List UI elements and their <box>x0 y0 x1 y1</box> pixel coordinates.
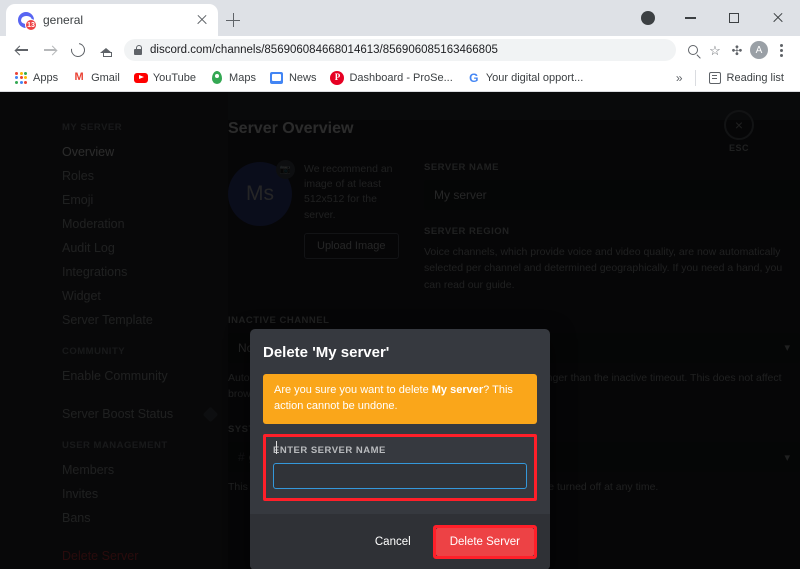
search-icon[interactable] <box>682 39 704 61</box>
warning-server-name: My server <box>431 384 484 396</box>
bookmark-label: Maps <box>229 71 256 84</box>
reload-button[interactable] <box>64 36 92 64</box>
delete-server-highlight-box: Delete Server <box>432 524 537 559</box>
bookmark-maps[interactable]: Maps <box>204 69 262 87</box>
close-icon[interactable] <box>194 12 210 28</box>
server-name-confirm-input[interactable] <box>273 462 527 489</box>
bookmark-label: Your digital opport... <box>485 71 584 84</box>
bookmark-digital-opportunity[interactable]: G Your digital opport... <box>461 69 589 87</box>
browser-titlebar: 13 general <box>0 0 800 36</box>
puzzle-glyph: ✣ <box>731 42 743 58</box>
forward-button[interactable] <box>36 36 64 64</box>
bookmark-label: Gmail <box>91 71 120 84</box>
bookmarks-overflow-button[interactable]: » <box>670 71 689 85</box>
tab-title: general <box>43 13 84 27</box>
window-controls <box>628 0 800 36</box>
bookmark-label: News <box>288 71 317 84</box>
back-button[interactable] <box>8 36 36 64</box>
bookmarks-divider <box>694 69 696 86</box>
account-avatar[interactable]: A <box>748 39 770 61</box>
profile-avatar[interactable] <box>628 11 668 25</box>
browser-menu-icon[interactable] <box>770 39 792 61</box>
browser-window: 13 general discord.com/channels/85690608… <box>0 0 800 569</box>
browser-tab[interactable]: 13 general <box>6 4 218 36</box>
tab-badge: 13 <box>25 19 37 31</box>
text-caret <box>276 441 277 454</box>
new-tab-button[interactable] <box>222 9 244 31</box>
bookmark-label: Apps <box>33 71 59 84</box>
reading-list-icon <box>708 71 722 85</box>
warning-prefix: Are you sure you want to delete <box>274 384 432 396</box>
maximize-button[interactable] <box>712 0 756 36</box>
reading-list-label: Reading list <box>726 71 784 84</box>
delete-server-modal: Delete 'My server' Are you sure you want… <box>250 329 550 569</box>
enter-server-name-label: ENTER SERVER NAME <box>273 444 386 456</box>
bookmark-dashboard[interactable]: P Dashboard - ProSe... <box>324 69 458 87</box>
gmail-icon: M <box>74 71 84 83</box>
minimize-button[interactable] <box>668 0 712 36</box>
bookmarks-bar: Apps M Gmail YouTube Maps News P Dashboa… <box>0 64 800 92</box>
bookmark-label: Dashboard - ProSe... <box>349 71 453 84</box>
bookmark-news[interactable]: News <box>264 69 323 87</box>
extensions-icon[interactable]: ✣ <box>726 39 748 61</box>
google-icon: G <box>469 70 479 85</box>
maps-icon <box>210 71 224 85</box>
bookmark-gmail[interactable]: M Gmail <box>66 69 126 87</box>
warning-banner: Are you sure you want to delete My serve… <box>263 374 537 424</box>
cancel-button[interactable]: Cancel <box>363 529 423 555</box>
address-bar[interactable]: discord.com/channels/856906084668014613/… <box>124 39 676 61</box>
youtube-icon <box>133 71 148 85</box>
modal-title: Delete 'My server' <box>263 344 390 361</box>
browser-toolbar: discord.com/channels/856906084668014613/… <box>0 36 800 64</box>
reading-list-button[interactable]: Reading list <box>702 69 790 87</box>
modal-body: Delete 'My server' Are you sure you want… <box>250 329 550 514</box>
home-button[interactable] <box>92 36 120 64</box>
modal-footer: Cancel Delete Server <box>250 513 550 569</box>
star-glyph: ☆ <box>709 42 721 58</box>
avatar-initial: A <box>750 41 768 59</box>
delete-server-button[interactable]: Delete Server <box>435 527 534 556</box>
apps-grid-icon <box>14 71 28 85</box>
pinterest-icon: P <box>330 70 345 85</box>
bookmark-apps[interactable]: Apps <box>8 69 64 87</box>
bookmark-label: YouTube <box>152 71 197 84</box>
server-name-highlight-box: ENTER SERVER NAME <box>263 433 537 501</box>
lock-icon <box>134 45 143 55</box>
window-close-button[interactable] <box>756 0 800 36</box>
news-icon <box>270 71 284 85</box>
url-text: discord.com/channels/856906084668014613/… <box>150 44 498 56</box>
bookmark-star-icon[interactable]: ☆ <box>704 39 726 61</box>
discord-settings-page: MY SERVER Overview Roles Emoji Moderatio… <box>0 92 800 569</box>
bookmark-youtube[interactable]: YouTube <box>128 69 202 87</box>
discord-icon: 13 <box>18 12 37 31</box>
